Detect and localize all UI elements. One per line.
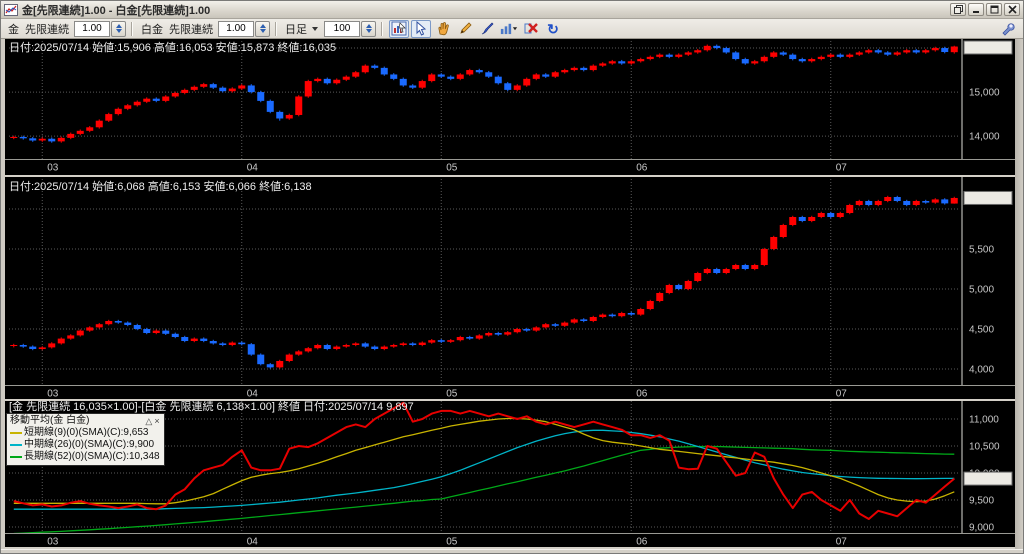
svg-text:04: 04 [247,537,259,548]
minimize-icon[interactable] [968,3,984,16]
platinum-daily-price-box [963,190,1013,205]
svg-text:5,000: 5,000 [969,285,994,296]
popout-icon[interactable] [950,3,966,16]
toolbar-separator [381,21,383,36]
short-ma-swatch [10,432,22,434]
legend-title: 移動平均(金 白金) [10,415,90,426]
gold-daily-info-line: 日付:2025/07/14 始値:15,906 高値:16,053 安値:15,… [9,40,336,54]
svg-text:04: 04 [247,389,259,400]
svg-text:05: 05 [446,163,458,174]
toolbar-separator [131,21,133,36]
svg-text:9,500: 9,500 [969,496,994,507]
svg-text:06: 06 [636,163,648,174]
gold-ratio-input[interactable] [74,20,110,37]
gold-daily-price-box [963,40,1013,55]
svg-text:04: 04 [247,163,259,174]
chart-type-icon[interactable] [499,20,519,38]
bar-count-input[interactable] [324,20,360,37]
platinum-chart[interactable]: 5,5005,0004,5004,00003040506076,138日付:20… [5,177,1015,401]
svg-text:4,500: 4,500 [969,325,994,336]
legend-row-long: 長期線(52)(0)(SMA)(C):10,348 [10,451,160,463]
crosshair-tool-icon[interactable] [389,19,409,38]
svg-text:06: 06 [636,537,648,548]
toolbar: 金 先限連続 白金 先限連続 日足 [1,19,1023,39]
pen-tool-icon[interactable] [477,20,497,38]
window-title: 金[先限連続]1.00 - 白金[先限連続]1.00 [22,4,211,17]
mid-ma-swatch [10,444,22,446]
maximize-icon[interactable] [986,3,1002,16]
svg-text:03: 03 [47,163,59,174]
refresh-icon[interactable]: ↻ [543,20,563,38]
window-right-border [1015,39,1023,553]
legend-close-icon[interactable]: × [154,415,159,427]
bar-count-stepper[interactable] [361,20,376,37]
svg-text:15,000: 15,000 [969,88,1000,99]
select-tool-icon[interactable] [411,19,431,38]
platinum-symbol-label: 白金 [141,23,163,36]
settings-wrench-icon[interactable] [998,20,1018,38]
svg-text:11,000: 11,000 [969,414,999,425]
platinum-ratio-stepper[interactable] [255,20,270,37]
clear-drawings-icon[interactable] [521,20,541,38]
legend-collapse-icon[interactable]: △ [145,415,152,427]
platinum-daily-info-line: 日付:2025/07/14 始値:6,068 高値:6,153 安値:6,066… [9,179,312,193]
mid-ma-label: 中期線(26)(0)(SMA)(C):9,900 [24,439,155,450]
svg-text:07: 07 [836,389,848,400]
long-ma-label: 長期線(52)(0)(SMA)(C):10,348 [24,451,160,462]
pencil-tool-icon[interactable] [455,20,475,38]
hand-tool-icon[interactable] [433,20,453,38]
svg-text:4,000: 4,000 [969,365,994,376]
moving-average-legend: 移動平均(金 白金) △ × 短期線(9)(0)(SMA)(C):9,653 中… [6,413,165,466]
svg-text:9,000: 9,000 [969,523,994,534]
chart-area: 15,00014,000030405060716,035日付:2025/07/1… [1,39,1023,553]
timeframe-dropdown-arrow-icon[interactable] [312,26,318,31]
legend-row-short: 短期線(9)(0)(SMA)(C):9,653 [10,427,160,439]
gold-ratio-stepper[interactable] [111,20,126,37]
timeframe-dropdown[interactable]: 日足 [285,21,307,37]
svg-text:03: 03 [47,537,59,548]
svg-text:07: 07 [836,163,848,174]
svg-text:03: 03 [47,389,59,400]
svg-text:07: 07 [836,537,848,548]
svg-text:05: 05 [446,537,458,548]
gold-chart[interactable]: 15,00014,000030405060716,035日付:2025/07/1… [5,39,1015,177]
short-ma-label: 短期線(9)(0)(SMA)(C):9,653 [24,427,149,438]
long-ma-swatch [10,456,22,458]
svg-text:5,500: 5,500 [969,245,994,256]
gold-platinum-spread-price-box [963,471,1013,486]
gold-contract-label: 先限連続 [25,23,69,36]
legend-row-mid: 中期線(26)(0)(SMA)(C):9,900 [10,439,160,451]
platinum-contract-label: 先限連続 [169,23,213,36]
svg-text:14,000: 14,000 [969,132,1000,143]
window-bottom-border [1,549,1023,553]
chart-window: 金[先限連続]1.00 - 白金[先限連続]1.00 金 先限連続 白金 先限連… [0,0,1024,554]
svg-text:05: 05 [446,389,458,400]
svg-text:06: 06 [636,389,648,400]
app-chart-icon [4,3,18,16]
svg-text:10,500: 10,500 [969,442,1000,453]
gold-symbol-label: 金 [8,23,19,36]
close-icon[interactable] [1004,3,1020,16]
platinum-ratio-input[interactable] [218,20,254,37]
titlebar[interactable]: 金[先限連続]1.00 - 白金[先限連続]1.00 [1,1,1023,19]
gold-platinum-spread-info-line: [金 先限連続 16,035×1.00]-[白金 先限連続 6,138×1.00… [9,401,414,413]
toolbar-separator [275,21,277,36]
